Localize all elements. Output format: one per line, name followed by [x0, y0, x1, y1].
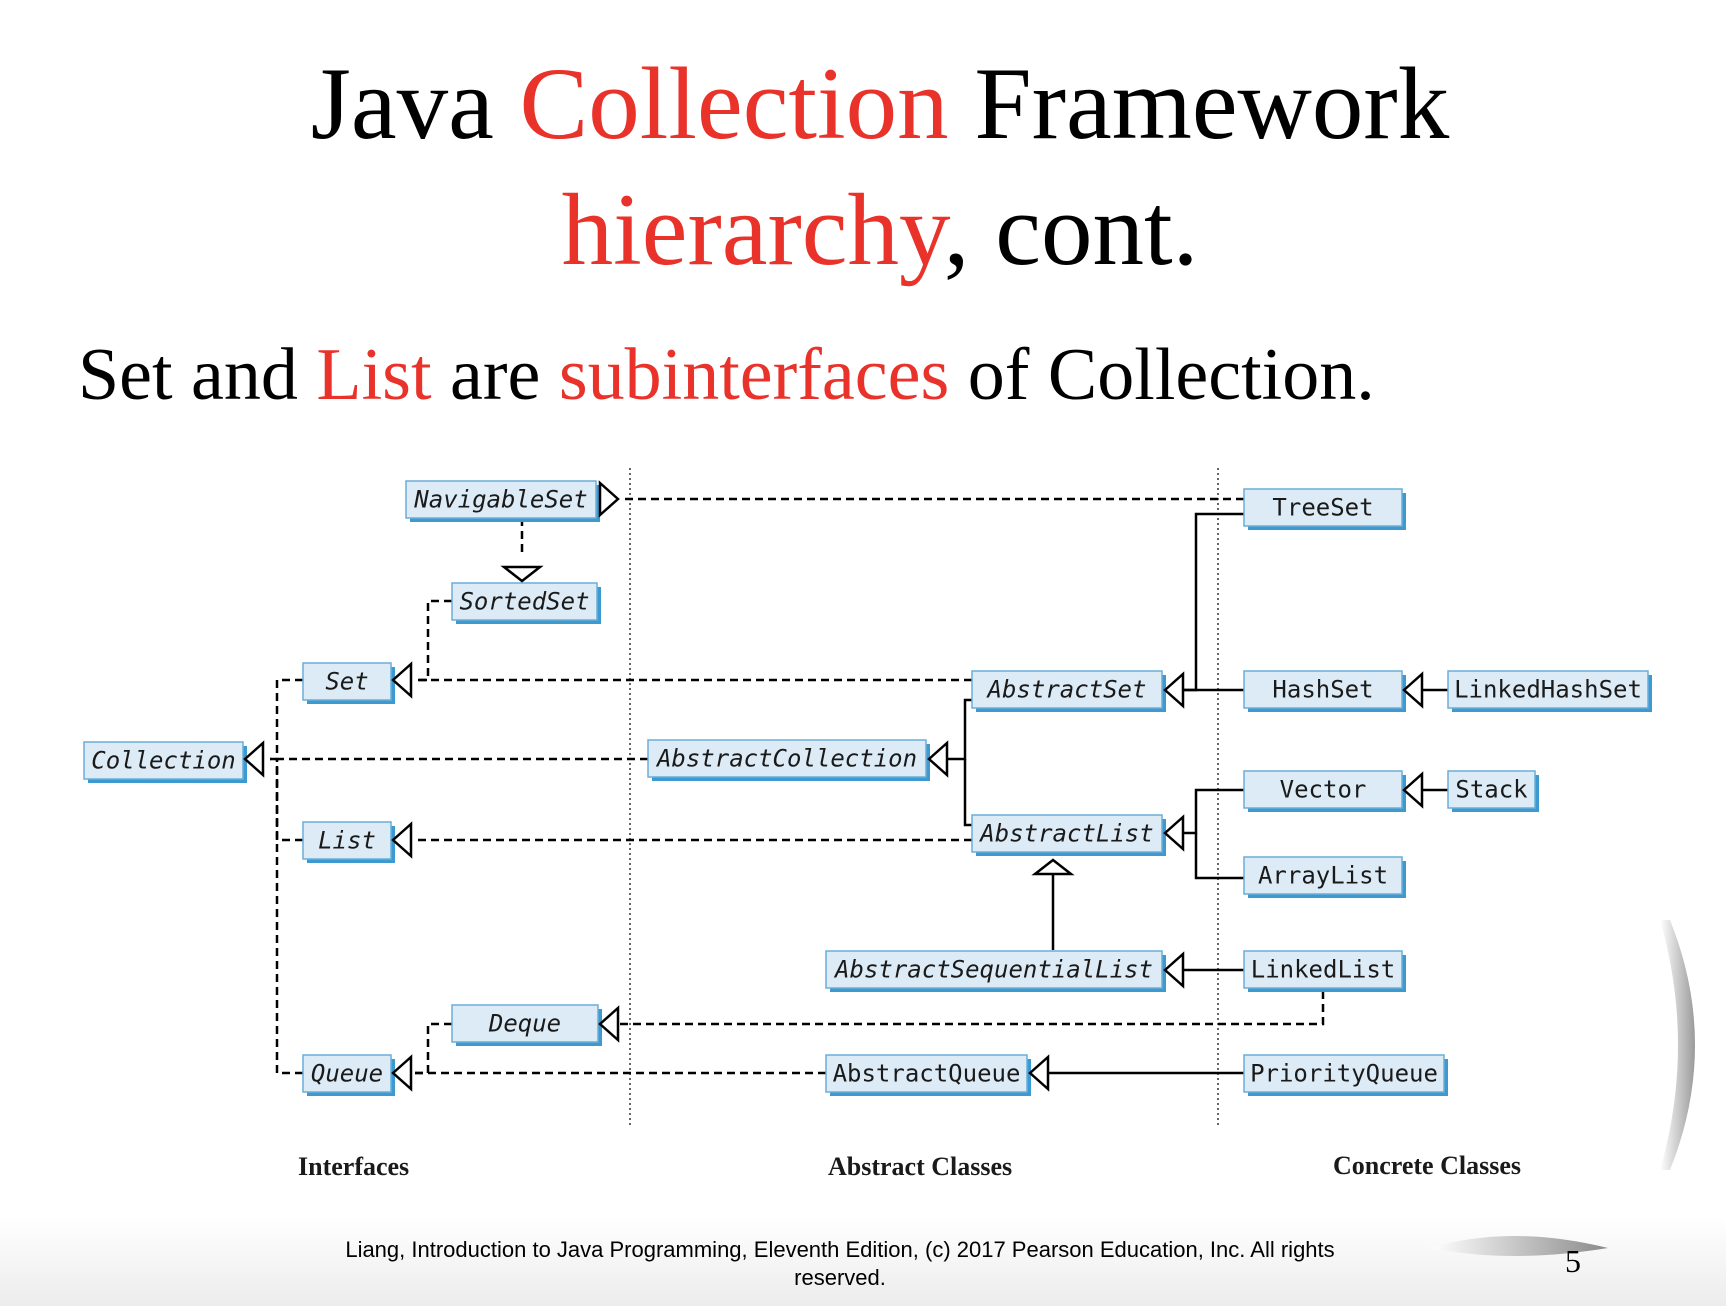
arrowhead-sortedset — [500, 565, 544, 583]
node-treeset: TreeSet — [1243, 488, 1406, 530]
edge-arraylist-abstractlist — [1194, 833, 1244, 880]
node-abstractlist: AbstractList — [971, 814, 1166, 856]
node-collection: Collection — [83, 741, 247, 783]
arrowhead-set — [391, 661, 413, 699]
node-label-vector: Vector — [1280, 776, 1367, 804]
node-label-queue: Queue — [311, 1060, 383, 1088]
edge-abstractlist-abstractcollection — [963, 759, 972, 827]
node-abstractset: AbstractSet — [971, 670, 1166, 712]
node-priorityqueue: PriorityQueue — [1243, 1054, 1448, 1096]
node-label-treeset: TreeSet — [1272, 494, 1373, 522]
node-arraylist: ArrayList — [1243, 856, 1406, 898]
decorative-swoosh — [1430, 1236, 1608, 1256]
node-abstractcollection: AbstractCollection — [647, 739, 930, 781]
edge-list-collection — [275, 759, 303, 842]
node-linkedlist: LinkedList — [1243, 950, 1406, 992]
node-abstractsequentiallist: AbstractSequentialList — [825, 950, 1166, 992]
node-deque: Deque — [451, 1004, 602, 1046]
edge-abstractset-abstractcollection — [946, 698, 972, 761]
arrowhead-collection — [243, 740, 265, 778]
node-label-list: List — [318, 827, 376, 855]
arrowhead-abstractlist-up — [1031, 858, 1075, 876]
arrowhead-queue — [391, 1054, 413, 1092]
node-label-linkedhashset: LinkedHashSet — [1454, 676, 1642, 704]
page-number: 5 — [1565, 1243, 1581, 1279]
node-label-abstractqueue: AbstractQueue — [833, 1060, 1021, 1088]
arrowhead-abstractsequentiallist — [1163, 951, 1185, 989]
node-label-abstractsequentiallist: AbstractSequentialList — [833, 956, 1153, 984]
node-label-deque: Deque — [488, 1010, 561, 1038]
arrowhead-hashset — [1402, 671, 1424, 709]
edge-linkedlist-deque — [617, 991, 1325, 1026]
edge-deque-queue — [414, 1022, 452, 1075]
column-label-interfaces: Interfaces — [298, 1152, 410, 1181]
edge-queue-collection — [275, 759, 303, 1075]
node-hashset: HashSet — [1243, 670, 1406, 712]
node-label-abstractlist: AbstractList — [978, 820, 1153, 848]
arrowhead-abstractset — [1163, 671, 1185, 709]
node-label-hashset: HashSet — [1272, 676, 1373, 704]
node-set: Set — [302, 662, 395, 704]
edge-sortedset-set — [414, 599, 452, 682]
decorative-arc — [1660, 920, 1695, 1170]
node-label-set: Set — [325, 668, 368, 696]
arrowhead-abstractqueue — [1028, 1054, 1050, 1092]
edge-set-collection — [270, 678, 303, 761]
node-linkedhashset: LinkedHashSet — [1447, 670, 1652, 712]
column-separators — [629, 468, 1219, 1125]
node-label-abstractcollection: AbstractCollection — [655, 745, 917, 773]
node-abstractqueue: AbstractQueue — [825, 1054, 1031, 1096]
node-label-sortedset: SortedSet — [459, 588, 589, 616]
arrowhead-abstractcollection — [927, 740, 949, 778]
node-label-abstractset: AbstractSet — [986, 676, 1147, 704]
node-sortedset: SortedSet — [451, 582, 601, 624]
node-list: List — [302, 821, 395, 863]
edge-treeset-abstractset — [1168, 512, 1244, 692]
arrowhead-abstractlist — [1163, 814, 1185, 852]
node-queue: Queue — [302, 1054, 395, 1096]
arrowhead-navigableset — [598, 480, 620, 518]
node-label-collection: Collection — [91, 747, 236, 775]
node-label-priorityqueue: PriorityQueue — [1250, 1060, 1438, 1088]
node-label-navigableset: NavigableSet — [413, 486, 587, 514]
node-navigableset: NavigableSet — [405, 480, 600, 522]
node-label-linkedlist: LinkedList — [1251, 956, 1396, 984]
node-label-stack: Stack — [1455, 776, 1528, 804]
node-stack: Stack — [1447, 770, 1539, 812]
arrowhead-vector — [1402, 771, 1424, 809]
arrowhead-deque — [598, 1005, 620, 1043]
column-label-concrete-classes: Concrete Classes — [1333, 1151, 1521, 1180]
hierarchy-diagram: NavigableSet SortedSet Set Collection List De… — [83, 468, 1652, 1125]
arrowhead-list — [391, 821, 413, 859]
node-label-arraylist: ArrayList — [1258, 862, 1388, 890]
node-vector: Vector — [1243, 770, 1406, 812]
slide-footer: Liang, Introduction to Java Programming,… — [345, 1237, 1335, 1290]
column-label-abstract-classes: Abstract Classes — [828, 1152, 1013, 1181]
